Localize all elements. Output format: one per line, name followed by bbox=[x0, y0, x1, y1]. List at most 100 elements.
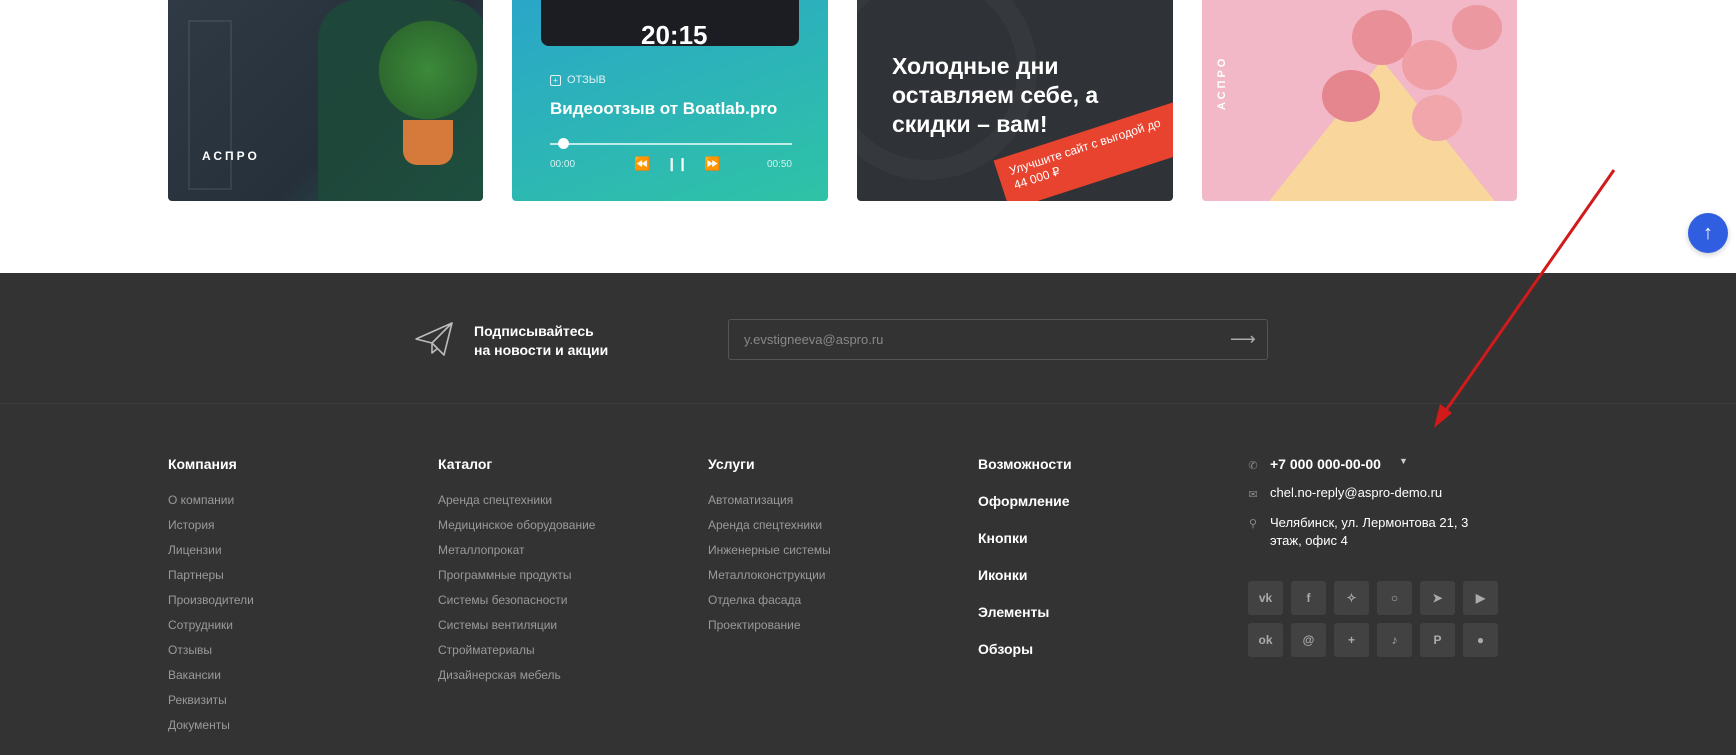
footer-column-catalog: Каталог Аренда спецтехники Медицинское о… bbox=[438, 456, 595, 693]
footer-link-bold[interactable]: Кнопки bbox=[978, 530, 1072, 550]
pinterest-icon[interactable]: P bbox=[1420, 623, 1455, 657]
facebook-icon[interactable]: f bbox=[1291, 581, 1326, 615]
footer-link[interactable]: Документы bbox=[168, 718, 254, 734]
banner-image-rose bbox=[1412, 95, 1462, 141]
submit-arrow-icon[interactable]: ⟶ bbox=[1230, 329, 1256, 350]
fast-forward-icon[interactable]: ⏩ bbox=[704, 156, 720, 172]
page: АСПРО 20:15 + ОТЗЫВ Видеоотзыв от Boatla… bbox=[0, 0, 1736, 755]
video-progress-knob[interactable] bbox=[558, 138, 569, 149]
footer-link[interactable]: Партнеры bbox=[168, 568, 254, 584]
phone-icon: ✆ bbox=[1248, 460, 1258, 472]
review-tag-label: ОТЗЫВ bbox=[567, 74, 606, 86]
footer-link-bold[interactable]: Оформление bbox=[978, 493, 1072, 513]
envelope-icon: ✉ bbox=[1248, 489, 1258, 501]
snapchat-icon[interactable]: ● bbox=[1463, 623, 1498, 657]
contact-address-row: ⚲ Челябинск, ул. Лермонтова 21, 3 этаж, … bbox=[1248, 514, 1508, 550]
plus-icon[interactable]: + bbox=[1334, 623, 1369, 657]
contact-phone-row[interactable]: ✆ +7 000 000-00-00 ▼ bbox=[1248, 456, 1508, 472]
footer-column-company: Компания О компании История Лицензии Пар… bbox=[168, 456, 254, 743]
banner-brand: АСПРО bbox=[202, 149, 260, 163]
subscribe-caption-line2: на новости и акции bbox=[474, 342, 609, 358]
mail-icon[interactable]: @ bbox=[1291, 623, 1326, 657]
contact-address-line2: этаж, офис 4 bbox=[1270, 533, 1348, 548]
footer-link[interactable]: Отзывы bbox=[168, 643, 254, 659]
banner-flowers[interactable]: АСПРО bbox=[1202, 0, 1517, 201]
footer-contacts: ✆ +7 000 000-00-00 ▼ ✉ chel.no-reply@asp… bbox=[1248, 456, 1508, 563]
scroll-to-top-button[interactable]: ↑ bbox=[1688, 213, 1728, 253]
banner-image-pot bbox=[403, 120, 453, 165]
footer-link[interactable]: История bbox=[168, 518, 254, 534]
arrow-up-icon: ↑ bbox=[1703, 222, 1713, 244]
footer-link[interactable]: Стройматериалы bbox=[438, 643, 595, 659]
footer-link-bold[interactable]: Возможности bbox=[978, 456, 1072, 476]
footer-link[interactable]: Программные продукты bbox=[438, 568, 595, 584]
location-pin-icon: ⚲ bbox=[1248, 518, 1258, 530]
subscribe-email-input[interactable] bbox=[728, 319, 1268, 360]
footer-link[interactable]: Дизайнерская мебель bbox=[438, 668, 595, 684]
video-thumbnail-text: 20:15 bbox=[641, 20, 708, 50]
footer: Компания О компании История Лицензии Пар… bbox=[0, 404, 1736, 755]
review-tag-icon: + bbox=[550, 74, 561, 86]
footer-link-bold[interactable]: Обзоры bbox=[978, 641, 1072, 661]
footer-link-bold[interactable]: Иконки bbox=[978, 567, 1072, 587]
footer-link[interactable]: Аренда спецтехники bbox=[438, 493, 595, 509]
footer-link[interactable]: Инженерные системы bbox=[708, 543, 831, 559]
footer-link-bold[interactable]: Элементы bbox=[978, 604, 1072, 624]
subscribe-caption-line1: Подписывайтесь bbox=[474, 323, 594, 339]
contact-address-line1: Челябинск, ул. Лермонтова 21, 3 bbox=[1270, 515, 1469, 530]
footer-column-title[interactable]: Компания bbox=[168, 456, 254, 472]
instagram-icon[interactable]: ○ bbox=[1377, 581, 1412, 615]
footer-column-features: Возможности Оформление Кнопки Иконки Эле… bbox=[978, 456, 1072, 678]
banner-image-rose bbox=[1452, 5, 1502, 50]
social-links: vk f ✧ ○ ➤ ▶ ok @ + ♪ P ● bbox=[1248, 581, 1498, 657]
footer-link[interactable]: Системы вентиляции bbox=[438, 618, 595, 634]
subscribe-caption: Подписывайтесь на новости и акции bbox=[474, 322, 608, 360]
banner-image-rose bbox=[1322, 70, 1380, 122]
footer-link[interactable]: Вакансии bbox=[168, 668, 254, 684]
pause-icon[interactable]: ❙❙ bbox=[666, 156, 688, 172]
twitter-icon[interactable]: ✧ bbox=[1334, 581, 1369, 615]
contact-phone[interactable]: +7 000 000-00-00 bbox=[1270, 456, 1381, 472]
banner-gardening[interactable]: АСПРО bbox=[168, 0, 483, 201]
footer-link[interactable]: Автоматизация bbox=[708, 493, 831, 509]
discount-headline: Холодные дни оставляем себе, а скидки – … bbox=[892, 53, 1099, 137]
telegram-icon[interactable]: ➤ bbox=[1420, 581, 1455, 615]
footer-link[interactable]: Сотрудники bbox=[168, 618, 254, 634]
footer-link[interactable]: Аренда спецтехники bbox=[708, 518, 831, 534]
footer-link[interactable]: Медицинское оборудование bbox=[438, 518, 595, 534]
contact-email-row: ✉ chel.no-reply@aspro-demo.ru bbox=[1248, 485, 1508, 501]
banner-discount[interactable]: Холодные дни оставляем себе, а скидки – … bbox=[857, 0, 1173, 201]
tiktok-icon[interactable]: ♪ bbox=[1377, 623, 1412, 657]
banner-image-bouquet-wrap bbox=[1262, 60, 1502, 201]
footer-column-services: Услуги Автоматизация Аренда спецтехники … bbox=[708, 456, 831, 643]
contact-email[interactable]: chel.no-reply@aspro-demo.ru bbox=[1270, 485, 1442, 500]
chevron-down-icon[interactable]: ▼ bbox=[1399, 456, 1408, 466]
banner-image-plant bbox=[373, 10, 483, 130]
footer-link[interactable]: Металлопрокат bbox=[438, 543, 595, 559]
odnoklassniki-icon[interactable]: ok bbox=[1248, 623, 1283, 657]
footer-link[interactable]: Металлоконструкции bbox=[708, 568, 831, 584]
subscribe-section: Подписывайтесь на новости и акции ⟶ bbox=[0, 273, 1736, 404]
youtube-icon[interactable]: ▶ bbox=[1463, 581, 1498, 615]
footer-column-title[interactable]: Каталог bbox=[438, 456, 595, 472]
footer-column-title[interactable]: Услуги bbox=[708, 456, 831, 472]
video-time-end: 00:50 bbox=[766, 159, 792, 170]
rewind-icon[interactable]: ⏪ bbox=[634, 156, 650, 172]
footer-link[interactable]: О компании bbox=[168, 493, 254, 509]
banner-decoration bbox=[188, 20, 232, 190]
footer-link[interactable]: Системы безопасности bbox=[438, 593, 595, 609]
footer-link[interactable]: Отделка фасада bbox=[708, 593, 831, 609]
vk-icon[interactable]: vk bbox=[1248, 581, 1283, 615]
footer-link[interactable]: Проектирование bbox=[708, 618, 831, 634]
promo-banners: АСПРО 20:15 + ОТЗЫВ Видеоотзыв от Boatla… bbox=[0, 0, 1736, 273]
footer-link[interactable]: Реквизиты bbox=[168, 693, 254, 709]
video-controls: ⏪ ❙❙ ⏩ bbox=[634, 156, 720, 172]
video-title: Видеоотзыв от Boatlab.pro bbox=[550, 99, 778, 118]
video-thumbnail[interactable]: 20:15 bbox=[541, 0, 799, 50]
footer-link[interactable]: Лицензии bbox=[168, 543, 254, 559]
banner-video-review[interactable]: 20:15 + ОТЗЫВ Видеоотзыв от Boatlab.pro … bbox=[512, 0, 828, 201]
paper-plane-icon bbox=[415, 322, 453, 356]
review-tag: + ОТЗЫВ bbox=[550, 74, 606, 86]
video-progress-track[interactable] bbox=[550, 143, 792, 145]
footer-link[interactable]: Производители bbox=[168, 593, 254, 609]
